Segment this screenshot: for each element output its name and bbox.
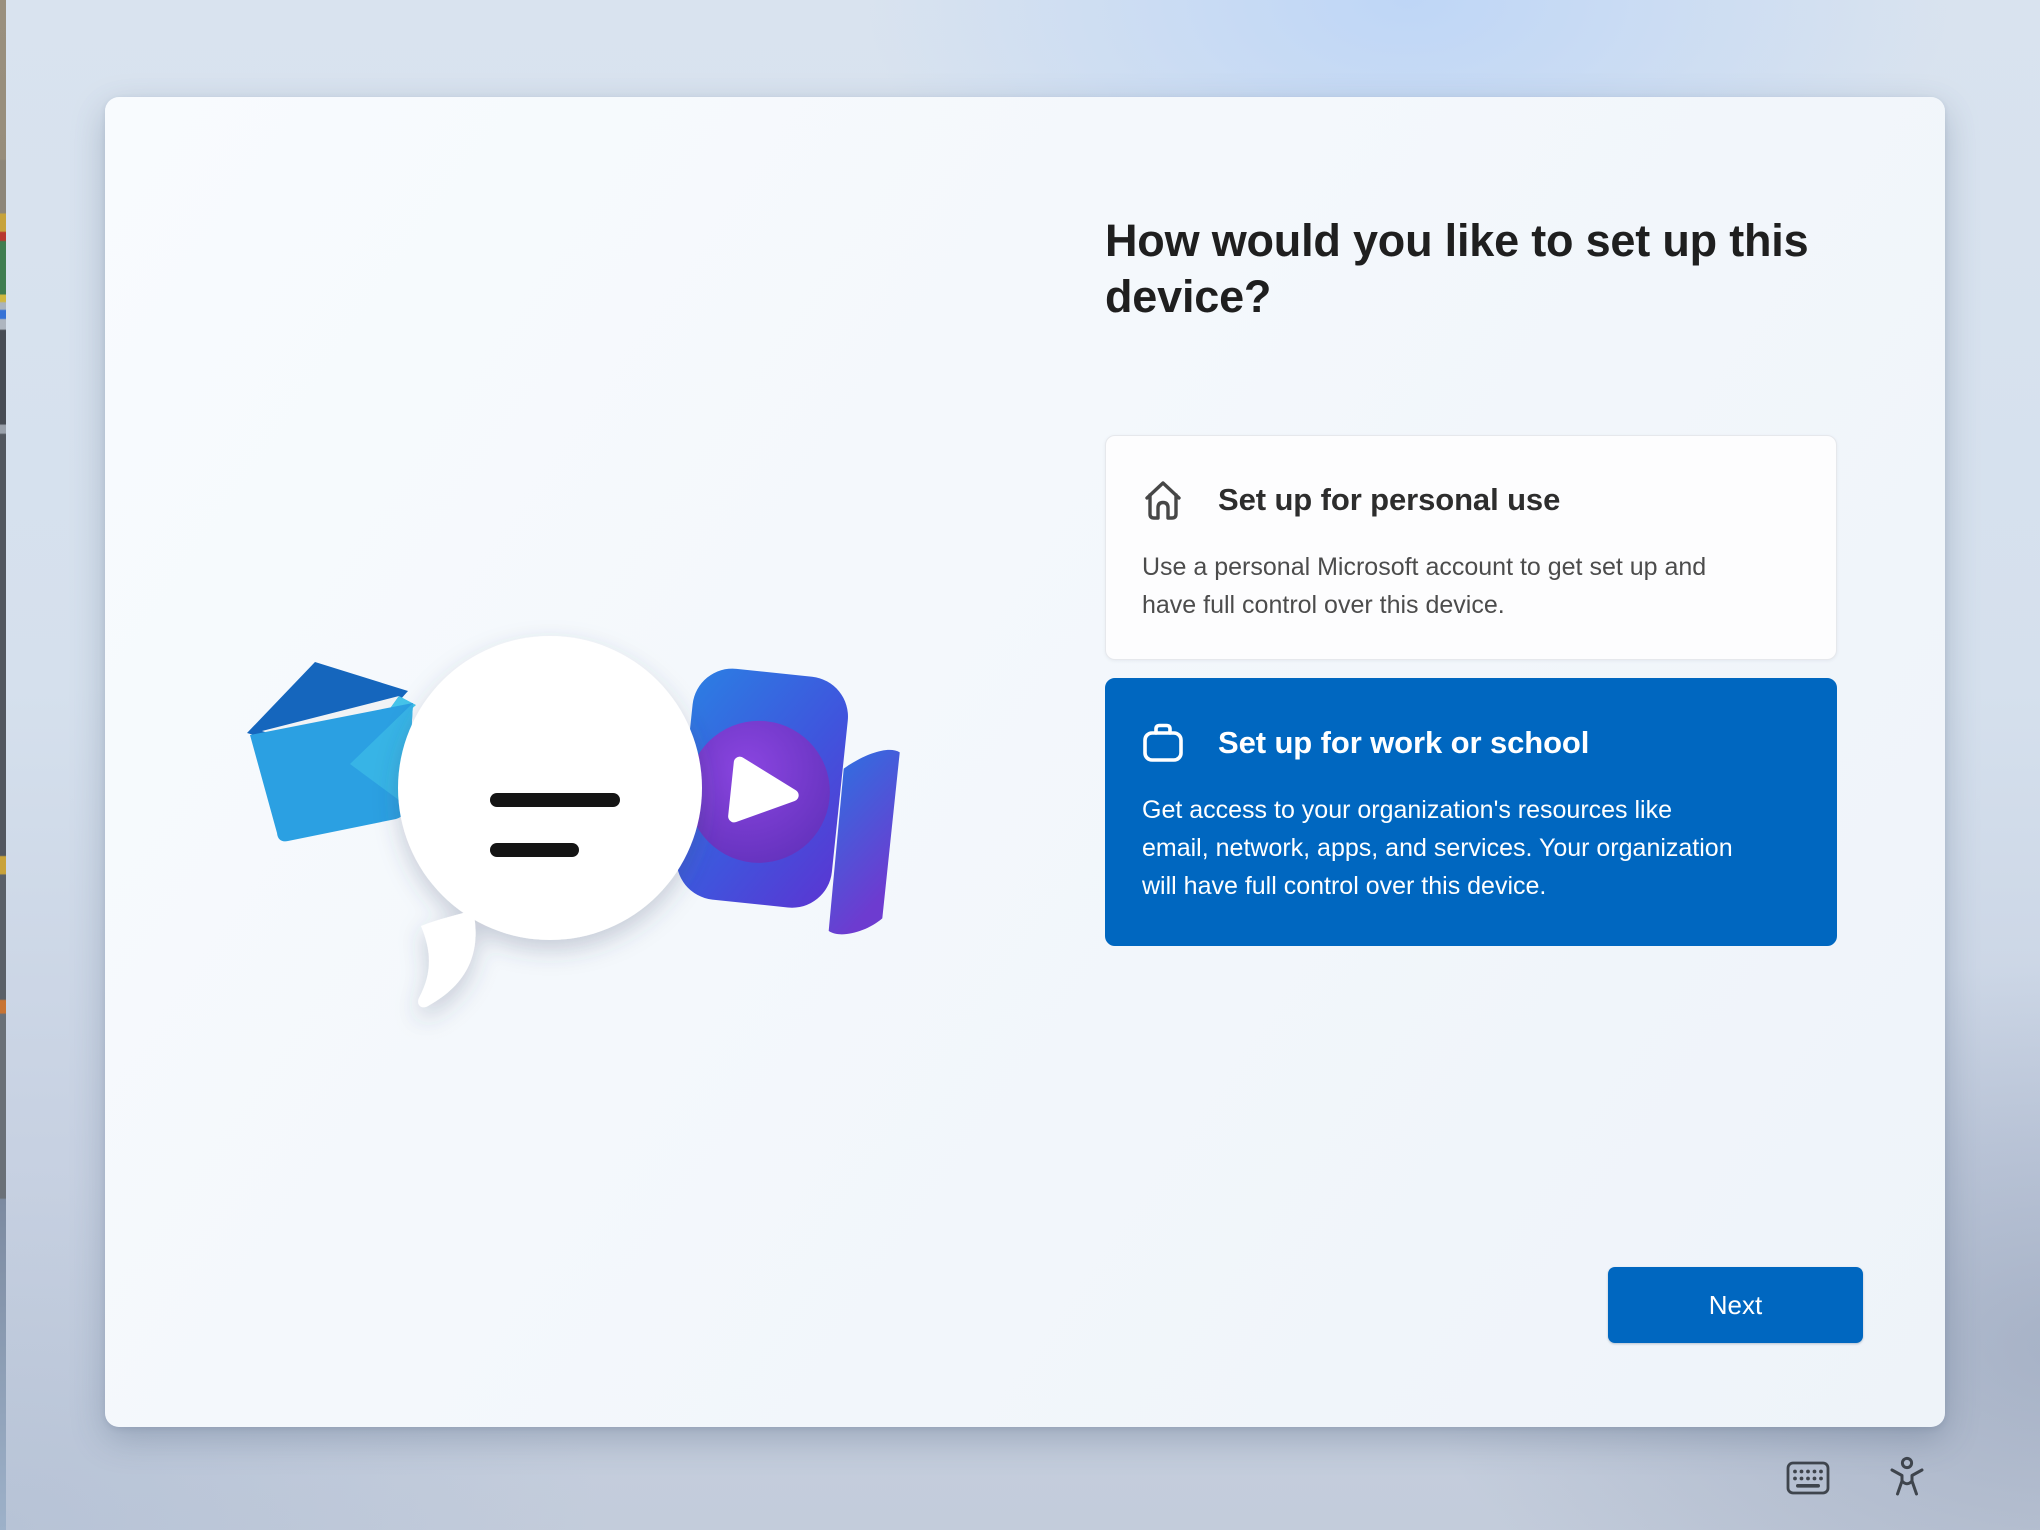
accessibility-icon[interactable] bbox=[1888, 1456, 1926, 1500]
option-personal-use[interactable]: Set up for personal use Use a personal M… bbox=[1105, 435, 1837, 660]
option-personal-header: Set up for personal use bbox=[1142, 476, 1800, 524]
page-title-line2: device? bbox=[1105, 269, 1885, 325]
option-personal-title: Set up for personal use bbox=[1218, 482, 1560, 518]
briefcase-icon bbox=[1142, 721, 1184, 765]
option-work-title: Set up for work or school bbox=[1218, 725, 1589, 761]
page-title: How would you like to set up this device… bbox=[1105, 213, 1885, 325]
option-personal-description: Use a personal Microsoft account to get … bbox=[1142, 548, 1822, 624]
setup-illustration bbox=[230, 620, 930, 1050]
background-window-sliver bbox=[0, 0, 6, 1530]
oobe-screen: { "colors":{"accent":"#0067c0","panel_bg… bbox=[0, 0, 2040, 1530]
option-work-description: Get access to your organization's resour… bbox=[1142, 791, 1822, 905]
option-work-or-school[interactable]: Set up for work or school Get access to … bbox=[1105, 678, 1837, 946]
chat-bubble-icon bbox=[398, 636, 702, 1007]
setup-panel: How would you like to set up this device… bbox=[105, 97, 1945, 1427]
envelope-icon bbox=[247, 662, 416, 841]
keyboard-icon[interactable] bbox=[1786, 1461, 1830, 1495]
option-work-header: Set up for work or school bbox=[1142, 719, 1800, 767]
home-icon bbox=[1142, 476, 1184, 524]
page-title-line1: How would you like to set up this bbox=[1105, 213, 1885, 269]
video-camera-icon bbox=[670, 665, 906, 939]
next-button[interactable]: Next bbox=[1608, 1267, 1863, 1343]
system-tray bbox=[1786, 1456, 1926, 1500]
